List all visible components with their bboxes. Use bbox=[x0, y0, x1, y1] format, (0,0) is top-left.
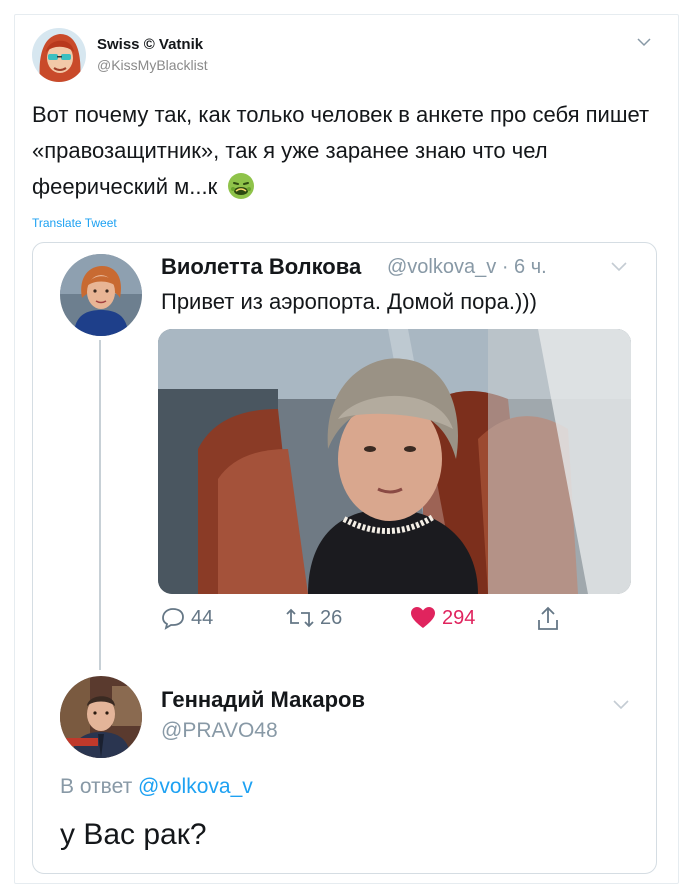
quoted-timestamp[interactable]: · 6 ч. bbox=[502, 256, 547, 278]
reply-tweet-text: у Вас рак? bbox=[60, 818, 207, 851]
translate-tweet-link[interactable]: Translate Tweet bbox=[32, 216, 117, 230]
tweet-text-content: Вот почему так, как только человек в анк… bbox=[32, 102, 650, 199]
reply-to-mention-link[interactable]: @volkova_v bbox=[138, 775, 253, 798]
quoted-tweet-photo[interactable] bbox=[158, 329, 631, 594]
share-action[interactable] bbox=[536, 606, 566, 632]
chevron-down-icon[interactable] bbox=[610, 260, 628, 272]
like-count: 294 bbox=[442, 606, 476, 629]
quoted-tweet-text: Привет из аэропорта. Домой пора.))) bbox=[161, 289, 537, 314]
tweet-text: Вот почему так, как только человек в анк… bbox=[32, 97, 652, 205]
retweet-icon bbox=[286, 608, 314, 628]
like-action[interactable]: 294 bbox=[410, 606, 475, 630]
quoted-author-name[interactable]: Виолетта Волкова bbox=[161, 254, 361, 280]
heart-icon bbox=[411, 607, 435, 628]
share-icon bbox=[538, 606, 558, 630]
reply-count: 44 bbox=[191, 606, 214, 629]
reply-to-line: В ответ @volkova_v bbox=[60, 775, 253, 799]
chevron-down-icon[interactable] bbox=[612, 698, 630, 710]
reply-author-avatar[interactable] bbox=[60, 676, 142, 758]
quoted-tweet-actions: 44 26 294 bbox=[0, 606, 691, 642]
quoted-author-avatar[interactable] bbox=[60, 254, 142, 336]
retweet-count: 26 bbox=[320, 606, 343, 629]
nauseated-face-emoji-icon bbox=[228, 173, 255, 199]
reply-action[interactable]: 44 bbox=[161, 606, 213, 630]
author-avatar[interactable] bbox=[32, 28, 86, 82]
author-name[interactable]: Swiss © Vatnik bbox=[97, 36, 203, 53]
quoted-meta: @volkova_v · 6 ч. bbox=[387, 256, 547, 279]
reply-to-prefix: В ответ bbox=[60, 775, 133, 798]
author-handle[interactable]: @KissMyBlacklist bbox=[97, 57, 208, 73]
quoted-author-handle[interactable]: @volkova_v bbox=[387, 256, 496, 278]
reply-author-name[interactable]: Геннадий Макаров bbox=[161, 687, 365, 713]
reply-author-handle[interactable]: @PRAVO48 bbox=[161, 719, 278, 743]
chevron-down-icon[interactable] bbox=[636, 36, 652, 48]
reply-bubble-icon bbox=[162, 608, 184, 630]
retweet-action[interactable]: 26 bbox=[286, 606, 342, 630]
